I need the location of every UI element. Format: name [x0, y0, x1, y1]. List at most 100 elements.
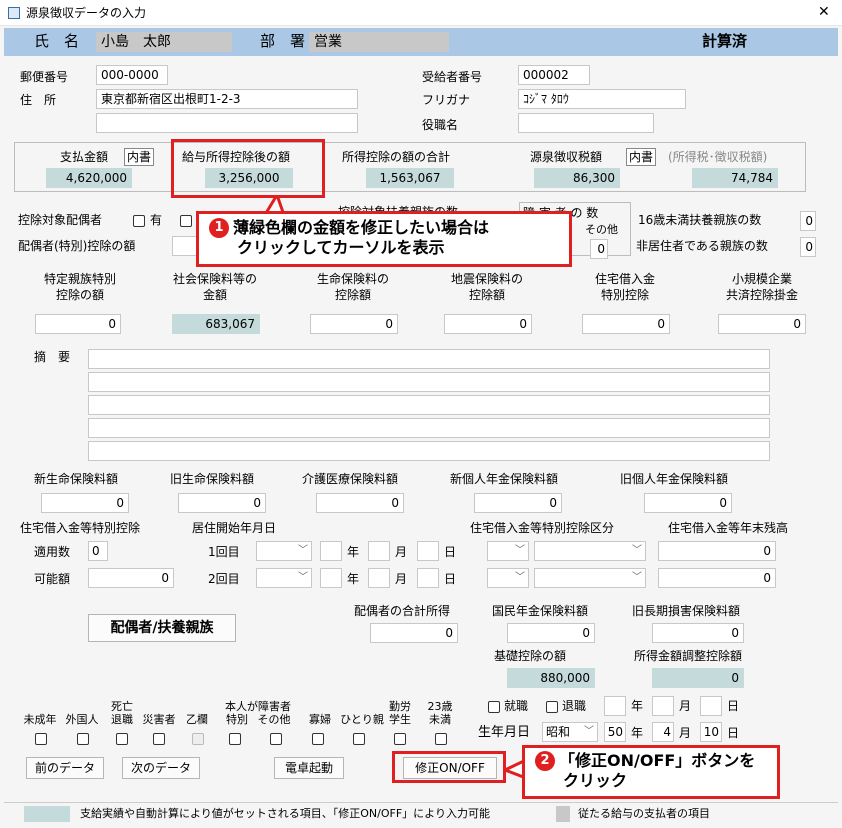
birth-era-select[interactable]: 昭和 ﹀ — [542, 722, 598, 742]
life-insurance-field[interactable]: 0 — [310, 314, 398, 334]
old-pension-field[interactable]: 0 — [644, 493, 732, 513]
self-disabled-special-checkbox[interactable] — [229, 733, 241, 745]
old-longterm-field[interactable]: 0 — [652, 623, 744, 643]
disabled-other-field[interactable]: 0 — [590, 239, 608, 259]
callout-1: 1 薄緑色欄の金額を修正したい場合は クリックしてカーソルを表示 — [196, 211, 572, 267]
housing-class-select-1a[interactable]: ﹀ — [487, 541, 529, 561]
care-label: 介護医療保険料額 — [302, 472, 399, 486]
possible-amount-field[interactable]: 0 — [88, 568, 174, 588]
new-life-field[interactable]: 0 — [41, 493, 129, 513]
callout-1-number: 1 — [209, 218, 229, 238]
total-deduction-field[interactable]: 1,563,067 — [366, 168, 454, 188]
old-pension-label: 旧個人年金保険料額 — [620, 472, 729, 486]
widow-checkbox[interactable] — [312, 733, 324, 745]
retire-checkbox[interactable] — [546, 701, 558, 713]
student-checkbox[interactable] — [394, 733, 406, 745]
nonresident-field[interactable]: 0 — [800, 237, 816, 257]
birth-day-field[interactable]: 10 — [700, 722, 722, 742]
apply-count-field[interactable]: 0 — [88, 541, 108, 561]
spouse-dependents-button[interactable]: 配偶者/扶養親族 — [88, 614, 236, 642]
hire-year-field[interactable] — [604, 696, 626, 716]
national-pension-field[interactable]: 0 — [507, 623, 595, 643]
death-retire-checkbox[interactable] — [116, 733, 128, 745]
housing-class-title: 住宅借入金等特別控除区分 — [470, 521, 615, 535]
self-disabled-other-checkbox[interactable] — [270, 733, 282, 745]
pay-field[interactable]: 4,620,000 — [46, 168, 132, 188]
housing-class-select-1b[interactable]: ﹀ — [534, 541, 646, 561]
minor-checkbox[interactable] — [35, 733, 47, 745]
housing-loan-label: 住宅借入金 特別控除 — [594, 272, 655, 302]
housing-balance-title: 住宅借入金等年末残高 — [668, 521, 789, 535]
summary-line[interactable] — [88, 395, 770, 415]
second-year-field[interactable] — [320, 568, 342, 588]
first-era-select[interactable]: ﹀ — [256, 541, 312, 561]
first-year-field[interactable] — [320, 541, 342, 561]
postal-field[interactable]: 000-0000 — [96, 65, 168, 85]
earthquake-insurance-field[interactable]: 0 — [444, 314, 532, 334]
dept-label: 部 署 — [260, 32, 306, 50]
recipient-no-field[interactable]: 000002 — [518, 65, 590, 85]
birth-year-field[interactable]: 50 — [604, 722, 626, 742]
housing-class-select-2a[interactable]: ﹀ — [487, 568, 529, 588]
pay-label: 支払金額 — [60, 150, 109, 164]
calculator-button[interactable]: 電卓起動 — [274, 757, 344, 779]
specific-label: 特定親族特別 控除の額 — [43, 272, 116, 302]
position-field[interactable] — [518, 113, 654, 133]
prev-data-button[interactable]: 前のデータ — [26, 757, 104, 779]
hire-label: 就職 — [504, 699, 529, 713]
basic-deduction-field[interactable]: 880,000 — [507, 668, 595, 688]
housing-balance-2[interactable]: 0 — [658, 568, 776, 588]
toggle-edit-button[interactable]: 修正ON/OFF — [403, 757, 497, 779]
housing-balance-1[interactable]: 0 — [658, 541, 776, 561]
address-field[interactable]: 東京都新宿区出根町1-2-3 — [96, 89, 358, 109]
specific-field[interactable]: 0 — [35, 314, 121, 334]
summary-line[interactable] — [88, 418, 770, 438]
spouse-has-checkbox[interactable] — [133, 215, 145, 227]
income-adjust-field[interactable]: 0 — [652, 668, 744, 688]
summary-line[interactable] — [88, 349, 770, 369]
next-data-button[interactable]: 次のデータ — [122, 757, 200, 779]
spouse-old-checkbox[interactable] — [180, 215, 192, 227]
under23-checkbox[interactable] — [435, 733, 447, 745]
foreigner-checkbox[interactable] — [77, 733, 89, 745]
legend-auto-swatch — [24, 806, 70, 822]
first-day-field[interactable] — [417, 541, 439, 561]
callout-1-line2: クリックしてカーソルを表示 — [237, 238, 445, 257]
earthquake-insurance-label: 地震保険料の 控除額 — [450, 272, 523, 302]
second-era-select[interactable]: ﹀ — [256, 568, 312, 588]
hire-day-field[interactable] — [700, 696, 722, 716]
name-label: 氏 名 — [34, 32, 80, 50]
address2-field[interactable] — [96, 113, 358, 133]
spouse-total-income-field[interactable]: 0 — [370, 623, 458, 643]
summary-line[interactable] — [88, 441, 770, 461]
second-month-field[interactable] — [368, 568, 390, 588]
housing-loan-field[interactable]: 0 — [582, 314, 670, 334]
tax-field[interactable]: 86,300 — [534, 168, 620, 188]
housing-class-select-2b[interactable]: ﹀ — [534, 568, 646, 588]
first-month-field[interactable] — [368, 541, 390, 561]
care-field[interactable]: 0 — [316, 493, 404, 513]
small-business-field[interactable]: 0 — [718, 314, 806, 334]
housing-title: 住宅借入金等特別控除 — [20, 521, 141, 535]
hire-year-unit: 年 — [631, 699, 644, 713]
birth-month-field[interactable]: 4 — [652, 722, 674, 742]
old-life-field[interactable]: 0 — [178, 493, 266, 513]
app-icon — [8, 7, 20, 19]
legend-bar: 支給実績や自動計算により値がセットされる項目、「修正ON/OFF」により入力可能… — [4, 802, 838, 824]
under16-field[interactable]: 0 — [800, 211, 816, 231]
otsu-checkbox[interactable] — [192, 733, 204, 745]
check-label-student: 勤労 学生 — [389, 700, 411, 726]
summary-line[interactable] — [88, 372, 770, 392]
old-longterm-label: 旧長期損害保険料額 — [632, 604, 741, 618]
single-parent-checkbox[interactable] — [353, 733, 365, 745]
close-icon[interactable]: ✕ — [818, 4, 830, 20]
hire-month-field[interactable] — [652, 696, 674, 716]
hire-checkbox[interactable] — [488, 701, 500, 713]
disaster-checkbox[interactable] — [153, 733, 165, 745]
tax-paren-field[interactable]: 74,784 — [692, 168, 778, 188]
new-pension-field[interactable]: 0 — [474, 493, 562, 513]
furigana-field[interactable]: ｺｼﾞﾏ ﾀﾛｳ — [518, 89, 686, 109]
address-label: 住 所 — [20, 93, 57, 107]
social-insurance-field[interactable]: 683,067 — [172, 314, 260, 334]
second-day-field[interactable] — [417, 568, 439, 588]
